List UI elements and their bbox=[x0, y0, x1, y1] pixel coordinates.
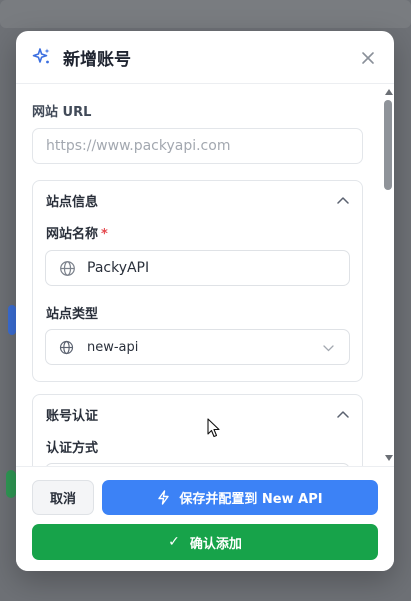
auth-method-label: 认证方式 bbox=[46, 441, 99, 456]
site-type-value: new-api bbox=[87, 339, 139, 355]
save-button-label: 保存并配置到 New API bbox=[179, 492, 323, 507]
mouse-cursor-icon bbox=[207, 418, 220, 438]
site-name-value: PackyAPI bbox=[87, 260, 150, 276]
auth-title: 账号认证 bbox=[46, 409, 99, 424]
globe-icon bbox=[59, 338, 77, 356]
scroll-up-arrow[interactable] bbox=[385, 89, 393, 95]
confirm-button-label: 确认添加 bbox=[189, 536, 242, 552]
save-and-configure-button[interactable]: 保存并配置到 New API bbox=[102, 480, 378, 515]
site-info-section: 站点信息 网站名称 * PackyAPI 站点类型 new-api bbox=[32, 180, 363, 382]
dialog-body: 网站 URL 站点信息 网站名称* PackyAPI 站点类型 new bbox=[16, 85, 382, 466]
dialog-title: 新增账号 bbox=[63, 49, 131, 70]
scroll-thumb[interactable] bbox=[384, 100, 392, 190]
scroll-down-arrow[interactable] bbox=[385, 455, 393, 461]
backdrop-accent-blue bbox=[8, 305, 16, 335]
backdrop-accent-green bbox=[6, 470, 16, 498]
sparkles-icon bbox=[32, 47, 52, 67]
confirm-add-button[interactable]: ✓ 确认添加 bbox=[32, 524, 378, 560]
site-info-title: 站点信息 bbox=[46, 195, 99, 210]
site-name-label: 网站名称 * bbox=[46, 223, 108, 242]
site-type-select[interactable]: new-api bbox=[45, 329, 350, 365]
cancel-button[interactable]: 取消 bbox=[32, 480, 94, 515]
dialog-header: 新增账号 bbox=[16, 31, 394, 84]
lightning-icon bbox=[157, 490, 170, 505]
backdrop-top bbox=[0, 0, 411, 28]
chevron-up-icon[interactable] bbox=[336, 193, 350, 207]
site-name-input[interactable]: PackyAPI bbox=[45, 250, 350, 286]
check-icon: ✓ bbox=[168, 534, 180, 550]
auth-section: 账号认证 认证方式 bbox=[32, 394, 363, 466]
chevron-down-icon bbox=[323, 342, 335, 354]
chevron-up-icon[interactable] bbox=[336, 407, 350, 421]
add-account-dialog: 新增账号 网站 URL 站点信息 网站名称* PackyAPI 站点类 bbox=[16, 31, 394, 571]
url-label: 网站 URL bbox=[32, 105, 92, 120]
url-input[interactable] bbox=[32, 128, 363, 164]
globe-icon bbox=[59, 259, 77, 277]
required-mark: * bbox=[101, 227, 108, 242]
site-name-label-text: 网站名称 bbox=[46, 227, 99, 242]
site-type-label: 站点类型 bbox=[46, 307, 99, 322]
scrollbar[interactable] bbox=[382, 85, 394, 466]
dialog-footer: 取消 保存并配置到 New API ✓ 确认添加 bbox=[16, 466, 394, 571]
close-icon[interactable] bbox=[358, 48, 378, 68]
